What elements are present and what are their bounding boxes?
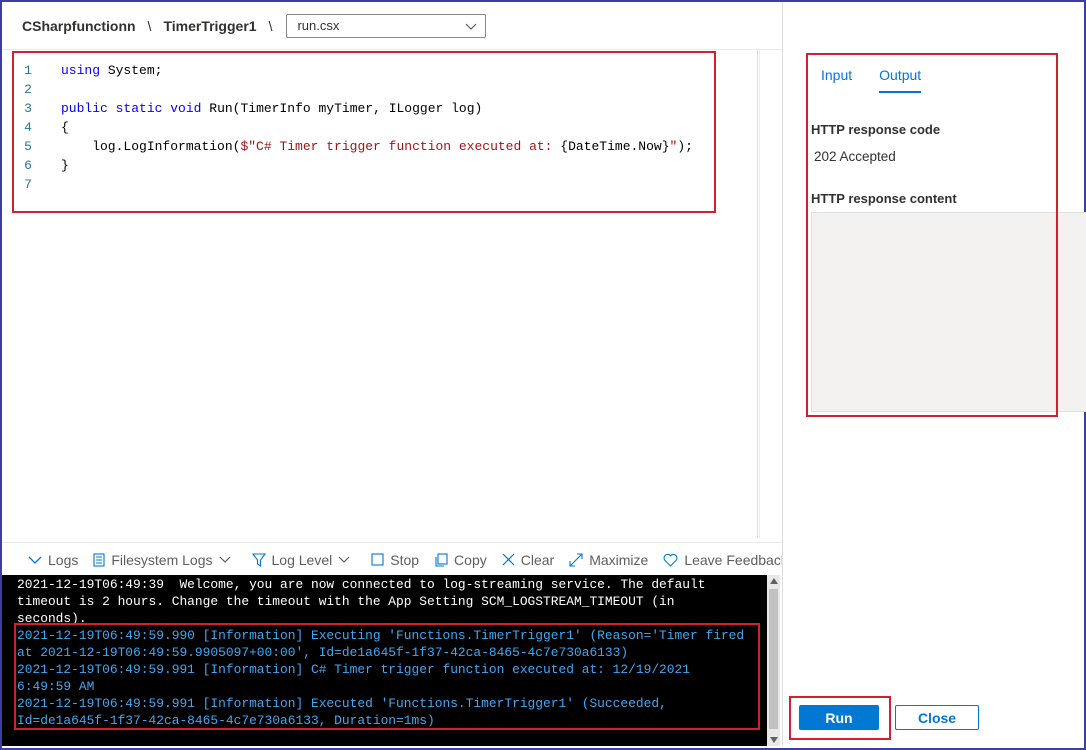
breadcrumb-separator: \: [268, 17, 273, 34]
log-level-dropdown[interactable]: Log Level: [251, 551, 357, 568]
filesystem-logs-dropdown[interactable]: Filesystem Logs: [93, 552, 236, 568]
maximize-icon: [569, 552, 583, 567]
close-icon: [502, 553, 515, 566]
chevron-down-icon: [219, 556, 230, 563]
filesystem-logs-label: Filesystem Logs: [111, 551, 213, 568]
copy-button[interactable]: Copy: [434, 552, 487, 568]
highlight-output-box: [806, 53, 1058, 417]
highlight-run-box: [789, 696, 891, 740]
highlight-log-box: [14, 623, 760, 730]
breadcrumb: CSharpfunctionn \ TimerTrigger1 \ run.cs…: [2, 2, 782, 50]
document-list-icon: [93, 552, 105, 567]
log-line: 2021-12-19T06:49:39 Welcome, you are now…: [17, 577, 706, 592]
chevron-down-icon: [338, 556, 350, 563]
copy-icon: [435, 552, 448, 567]
logs-toggle[interactable]: Logs: [28, 552, 78, 568]
clear-button[interactable]: Clear: [502, 552, 554, 568]
console-scroll-thumb[interactable]: [769, 589, 778, 729]
stop-icon: [371, 553, 384, 566]
breadcrumb-app[interactable]: CSharpfunctionn: [22, 18, 136, 34]
scroll-down-icon[interactable]: [770, 737, 778, 743]
heart-icon: [663, 553, 678, 567]
console-scrollbar[interactable]: [767, 575, 780, 746]
logs-label: Logs: [48, 551, 79, 568]
filter-icon: [251, 552, 266, 567]
stop-label: Stop: [390, 551, 420, 568]
clear-label: Clear: [520, 551, 555, 568]
copy-label: Copy: [454, 551, 487, 568]
highlight-code-box: [12, 51, 716, 213]
chevron-down-icon: [28, 556, 42, 564]
feedback-button[interactable]: Leave Feedback: [663, 552, 782, 568]
log-level-label: Log Level: [271, 551, 333, 568]
close-button[interactable]: Close: [895, 705, 979, 730]
file-dropdown-value: run.csx: [297, 18, 340, 33]
feedback-label: Leave Feedback: [684, 551, 782, 568]
chevron-down-icon: [466, 23, 477, 30]
log-toolbar: Logs Filesystem Logs Log Level Stop Copy…: [2, 542, 782, 576]
breadcrumb-function[interactable]: TimerTrigger1: [163, 18, 256, 34]
log-line: timeout is 2 hours. Change the timeout w…: [17, 594, 675, 609]
maximize-button[interactable]: Maximize: [569, 552, 648, 568]
breadcrumb-separator: \: [147, 17, 152, 34]
editor-scrollbar[interactable]: [759, 50, 782, 538]
scroll-up-icon[interactable]: [770, 578, 778, 584]
file-dropdown[interactable]: run.csx: [286, 13, 487, 38]
stop-button[interactable]: Stop: [371, 552, 419, 568]
maximize-label: Maximize: [589, 551, 649, 568]
